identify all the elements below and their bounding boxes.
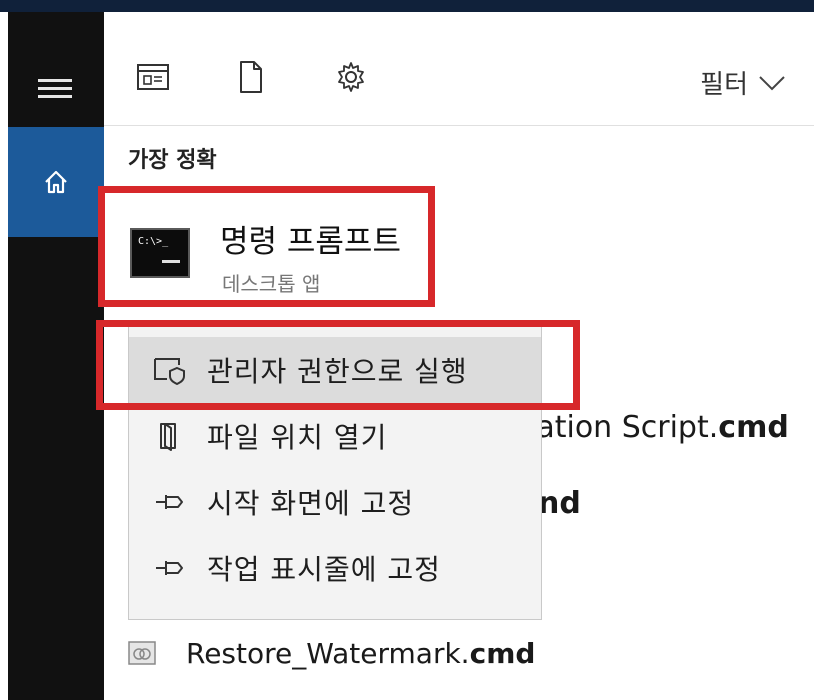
menu-item-pin-to-taskbar[interactable]: 작업 표시줄에 고정 xyxy=(129,535,541,601)
home-icon xyxy=(45,170,67,194)
context-menu: 관리자 권한으로 실행 파일 위치 열기 시작 화면에 고정 작업 표시줄에 고… xyxy=(128,326,542,620)
script-file-icon xyxy=(128,641,156,665)
result-partial-1[interactable]: ration Script.cmd xyxy=(524,410,789,445)
result-file-name: Restore_Watermark.cmd xyxy=(186,636,536,670)
hamburger-menu-icon[interactable] xyxy=(38,74,72,102)
menu-item-open-file-location[interactable]: 파일 위치 열기 xyxy=(129,403,541,469)
settings-gear-icon[interactable] xyxy=(334,60,368,94)
menu-item-pin-to-start[interactable]: 시작 화면에 고정 xyxy=(129,469,541,535)
pin-icon xyxy=(151,553,189,583)
chevron-down-icon xyxy=(759,75,785,90)
best-match-subtitle: 데스크톱 앱 xyxy=(222,272,321,296)
filter-dropdown[interactable]: 필터 xyxy=(700,64,786,101)
best-match-title: 명령 프롬프트 xyxy=(220,224,401,260)
result-restore-watermark[interactable]: Restore_Watermark.cmd xyxy=(128,628,535,678)
filter-label: 필터 xyxy=(700,70,748,100)
search-toolbar: 필터 xyxy=(104,12,814,126)
command-prompt-icon: C:\>_ xyxy=(130,228,190,278)
menu-item-run-as-admin[interactable]: 관리자 권한으로 실행 xyxy=(129,337,541,403)
result-partial-2[interactable]: nd xyxy=(538,486,581,521)
best-match-result[interactable]: C:\>_ 명령 프롬프트 데스크톱 앱 xyxy=(112,200,432,300)
apps-icon[interactable] xyxy=(136,60,170,94)
pin-icon xyxy=(151,487,189,517)
best-match-heading: 가장 정확 xyxy=(128,148,217,173)
top-window-border xyxy=(0,0,814,12)
open-folder-icon xyxy=(151,421,189,451)
nav-home-button[interactable] xyxy=(8,127,104,237)
run-as-admin-icon xyxy=(151,355,189,385)
document-icon[interactable] xyxy=(234,60,268,94)
left-nav-rail xyxy=(8,12,104,700)
